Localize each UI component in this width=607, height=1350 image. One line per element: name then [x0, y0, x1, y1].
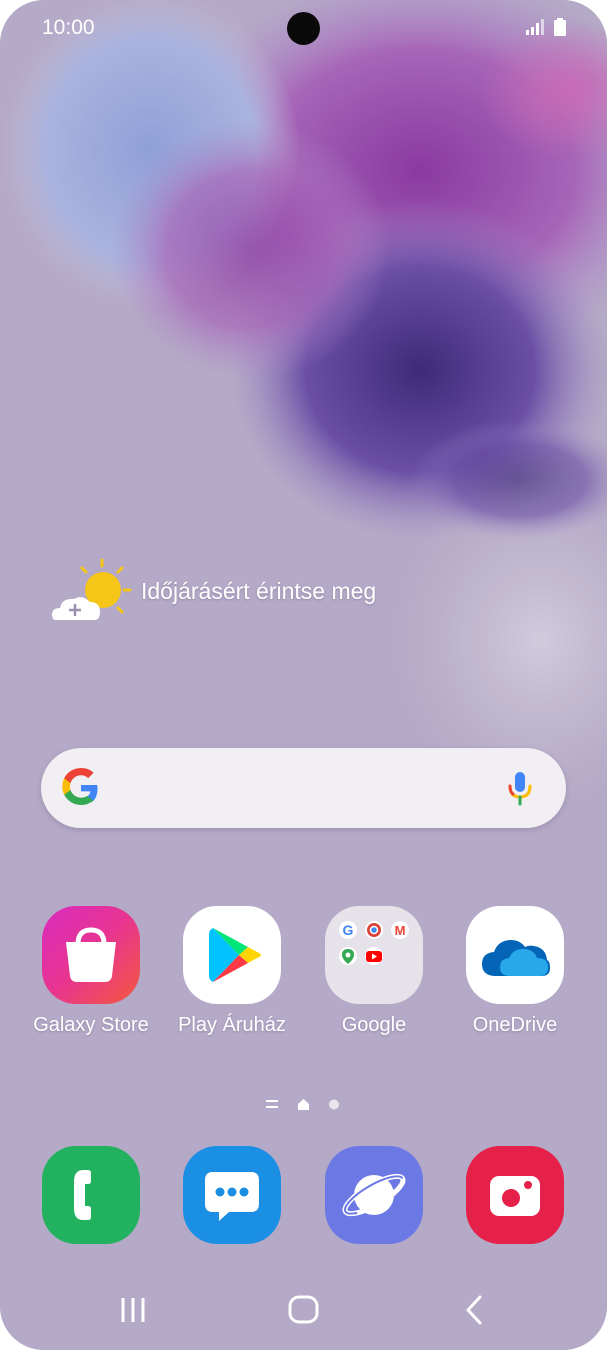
- app-galaxy-store[interactable]: Galaxy Store: [21, 906, 161, 1046]
- app-label: Play Áruház: [178, 1014, 286, 1036]
- home-button[interactable]: [258, 1270, 348, 1350]
- internet-app[interactable]: [325, 1146, 423, 1244]
- svg-text:M: M: [395, 923, 406, 938]
- app-google-folder[interactable]: G M Google: [304, 906, 444, 1046]
- home-page-icon: [298, 1099, 309, 1110]
- weather-prompt: Időjárásért érintse meg: [141, 578, 377, 604]
- page-dot-icon: [329, 1099, 339, 1110]
- app-play-store[interactable]: Play Áruház: [162, 906, 302, 1046]
- screen-recorder-icon: [490, 1176, 540, 1216]
- status-time: 10:00: [42, 16, 95, 39]
- sun-cloud-add-icon: [52, 558, 132, 620]
- recent-apps-button[interactable]: [88, 1270, 178, 1350]
- microphone-icon[interactable]: [507, 770, 533, 806]
- svg-text:G: G: [343, 922, 354, 938]
- google-g-icon: [62, 768, 98, 805]
- home-screen: 10:00 Időjárásért érintse meg Galaxy Sto…: [0, 0, 607, 1350]
- app-onedrive[interactable]: OneDrive: [445, 906, 585, 1046]
- app-label: Galaxy Store: [33, 1014, 149, 1036]
- front-camera: [287, 12, 320, 45]
- phone-icon: [74, 1170, 91, 1220]
- messages-icon: [205, 1172, 259, 1221]
- onedrive-icon: [466, 906, 564, 1004]
- page-indicator[interactable]: [264, 1096, 344, 1116]
- google-search-bar[interactable]: [41, 748, 566, 828]
- battery-icon: [554, 18, 566, 36]
- app-label: OneDrive: [472, 1014, 558, 1036]
- menu-lines-icon: [266, 1100, 278, 1108]
- back-button[interactable]: [428, 1270, 518, 1350]
- google-folder-icon: G M: [325, 906, 423, 1004]
- weather-widget[interactable]: Időjárásért érintse meg: [50, 558, 430, 628]
- status-bar: 10:00: [0, 0, 607, 56]
- app-label: Google: [341, 1014, 407, 1036]
- phone-app[interactable]: [42, 1146, 140, 1244]
- galaxy-store-icon: [42, 906, 140, 1004]
- messages-app[interactable]: [183, 1146, 281, 1244]
- internet-icon: [342, 1173, 406, 1217]
- screen-recorder-app[interactable]: [466, 1146, 564, 1244]
- back-icon: [466, 1295, 482, 1325]
- navigation-bar: [0, 1270, 607, 1350]
- recent-apps-icon: [121, 1298, 145, 1322]
- play-store-icon: [183, 906, 281, 1004]
- signal-icon: [526, 19, 544, 35]
- home-icon: [288, 1295, 319, 1324]
